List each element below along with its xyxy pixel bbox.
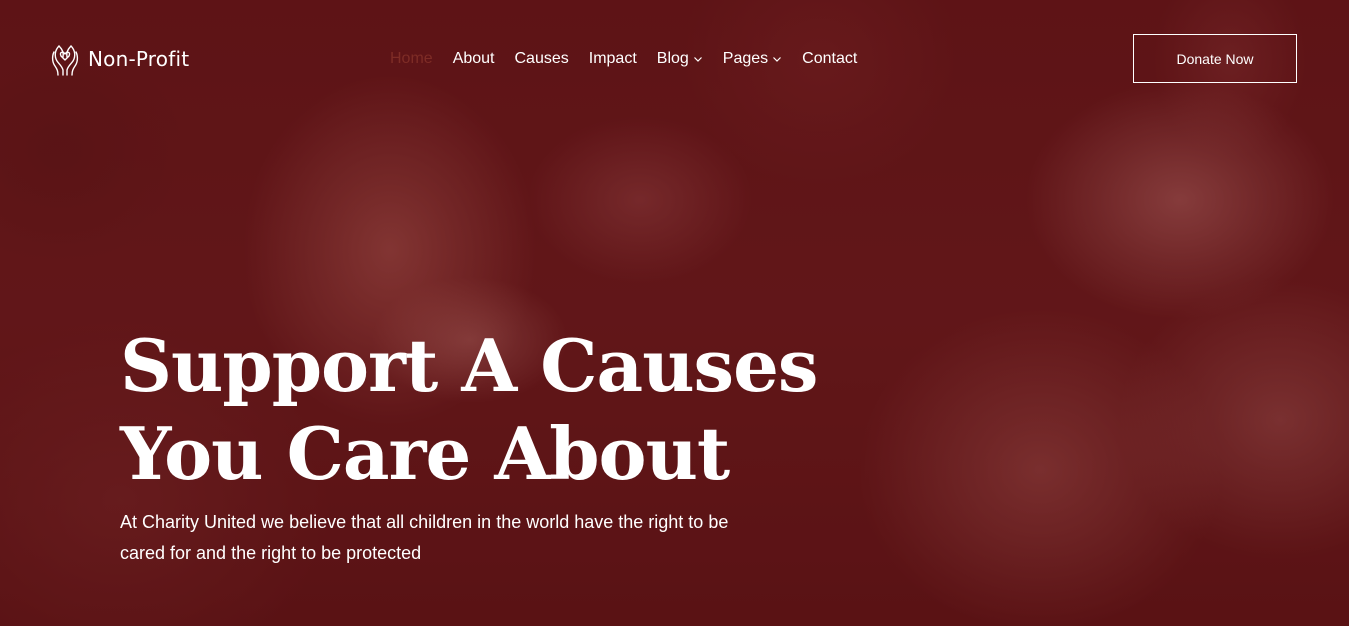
nav-item-pages[interactable]: Pages: [723, 50, 782, 68]
logo-text: Non-Profit: [88, 47, 190, 71]
nav-item-label: Impact: [588, 50, 637, 67]
nav-item-label: Blog: [656, 50, 689, 67]
nav-item-label: Pages: [722, 50, 769, 67]
nav-item-label: About: [452, 50, 495, 67]
nav-item-contact[interactable]: Contact: [802, 50, 857, 68]
nav-item-home[interactable]: Home: [390, 50, 433, 68]
chevron-down-icon: [693, 57, 702, 62]
nav-item-impact[interactable]: Impact: [589, 50, 637, 68]
nav-item-about[interactable]: About: [453, 50, 495, 68]
nav-item-label: Home: [390, 50, 433, 67]
hero-subtext-line-2: cared for and the right to be protected: [120, 543, 422, 563]
hero-section: Non-Profit Home About Causes Impact Blog…: [0, 0, 1349, 626]
hero-headline-line-2: You Care About: [120, 411, 730, 496]
nav-item-label: Causes: [514, 50, 569, 67]
hero-subtext-line-1: At Charity United we believe that all ch…: [120, 512, 729, 532]
chevron-down-icon: [773, 57, 782, 62]
nav-item-causes[interactable]: Causes: [515, 50, 569, 68]
site-logo[interactable]: Non-Profit: [50, 40, 189, 78]
hero-subtext: At Charity United we believe that all ch…: [120, 507, 820, 569]
main-nav: Home About Causes Impact Blog Pages Cont…: [390, 48, 857, 70]
donate-now-button[interactable]: Donate Now: [1133, 34, 1297, 83]
nav-item-label: Contact: [802, 50, 858, 67]
nav-item-blog[interactable]: Blog: [657, 50, 703, 68]
hero-headline: Support A Causes You Care About: [120, 322, 880, 498]
hero-headline-line-1: Support A Causes: [120, 323, 818, 408]
hands-heart-icon: [51, 45, 79, 76]
